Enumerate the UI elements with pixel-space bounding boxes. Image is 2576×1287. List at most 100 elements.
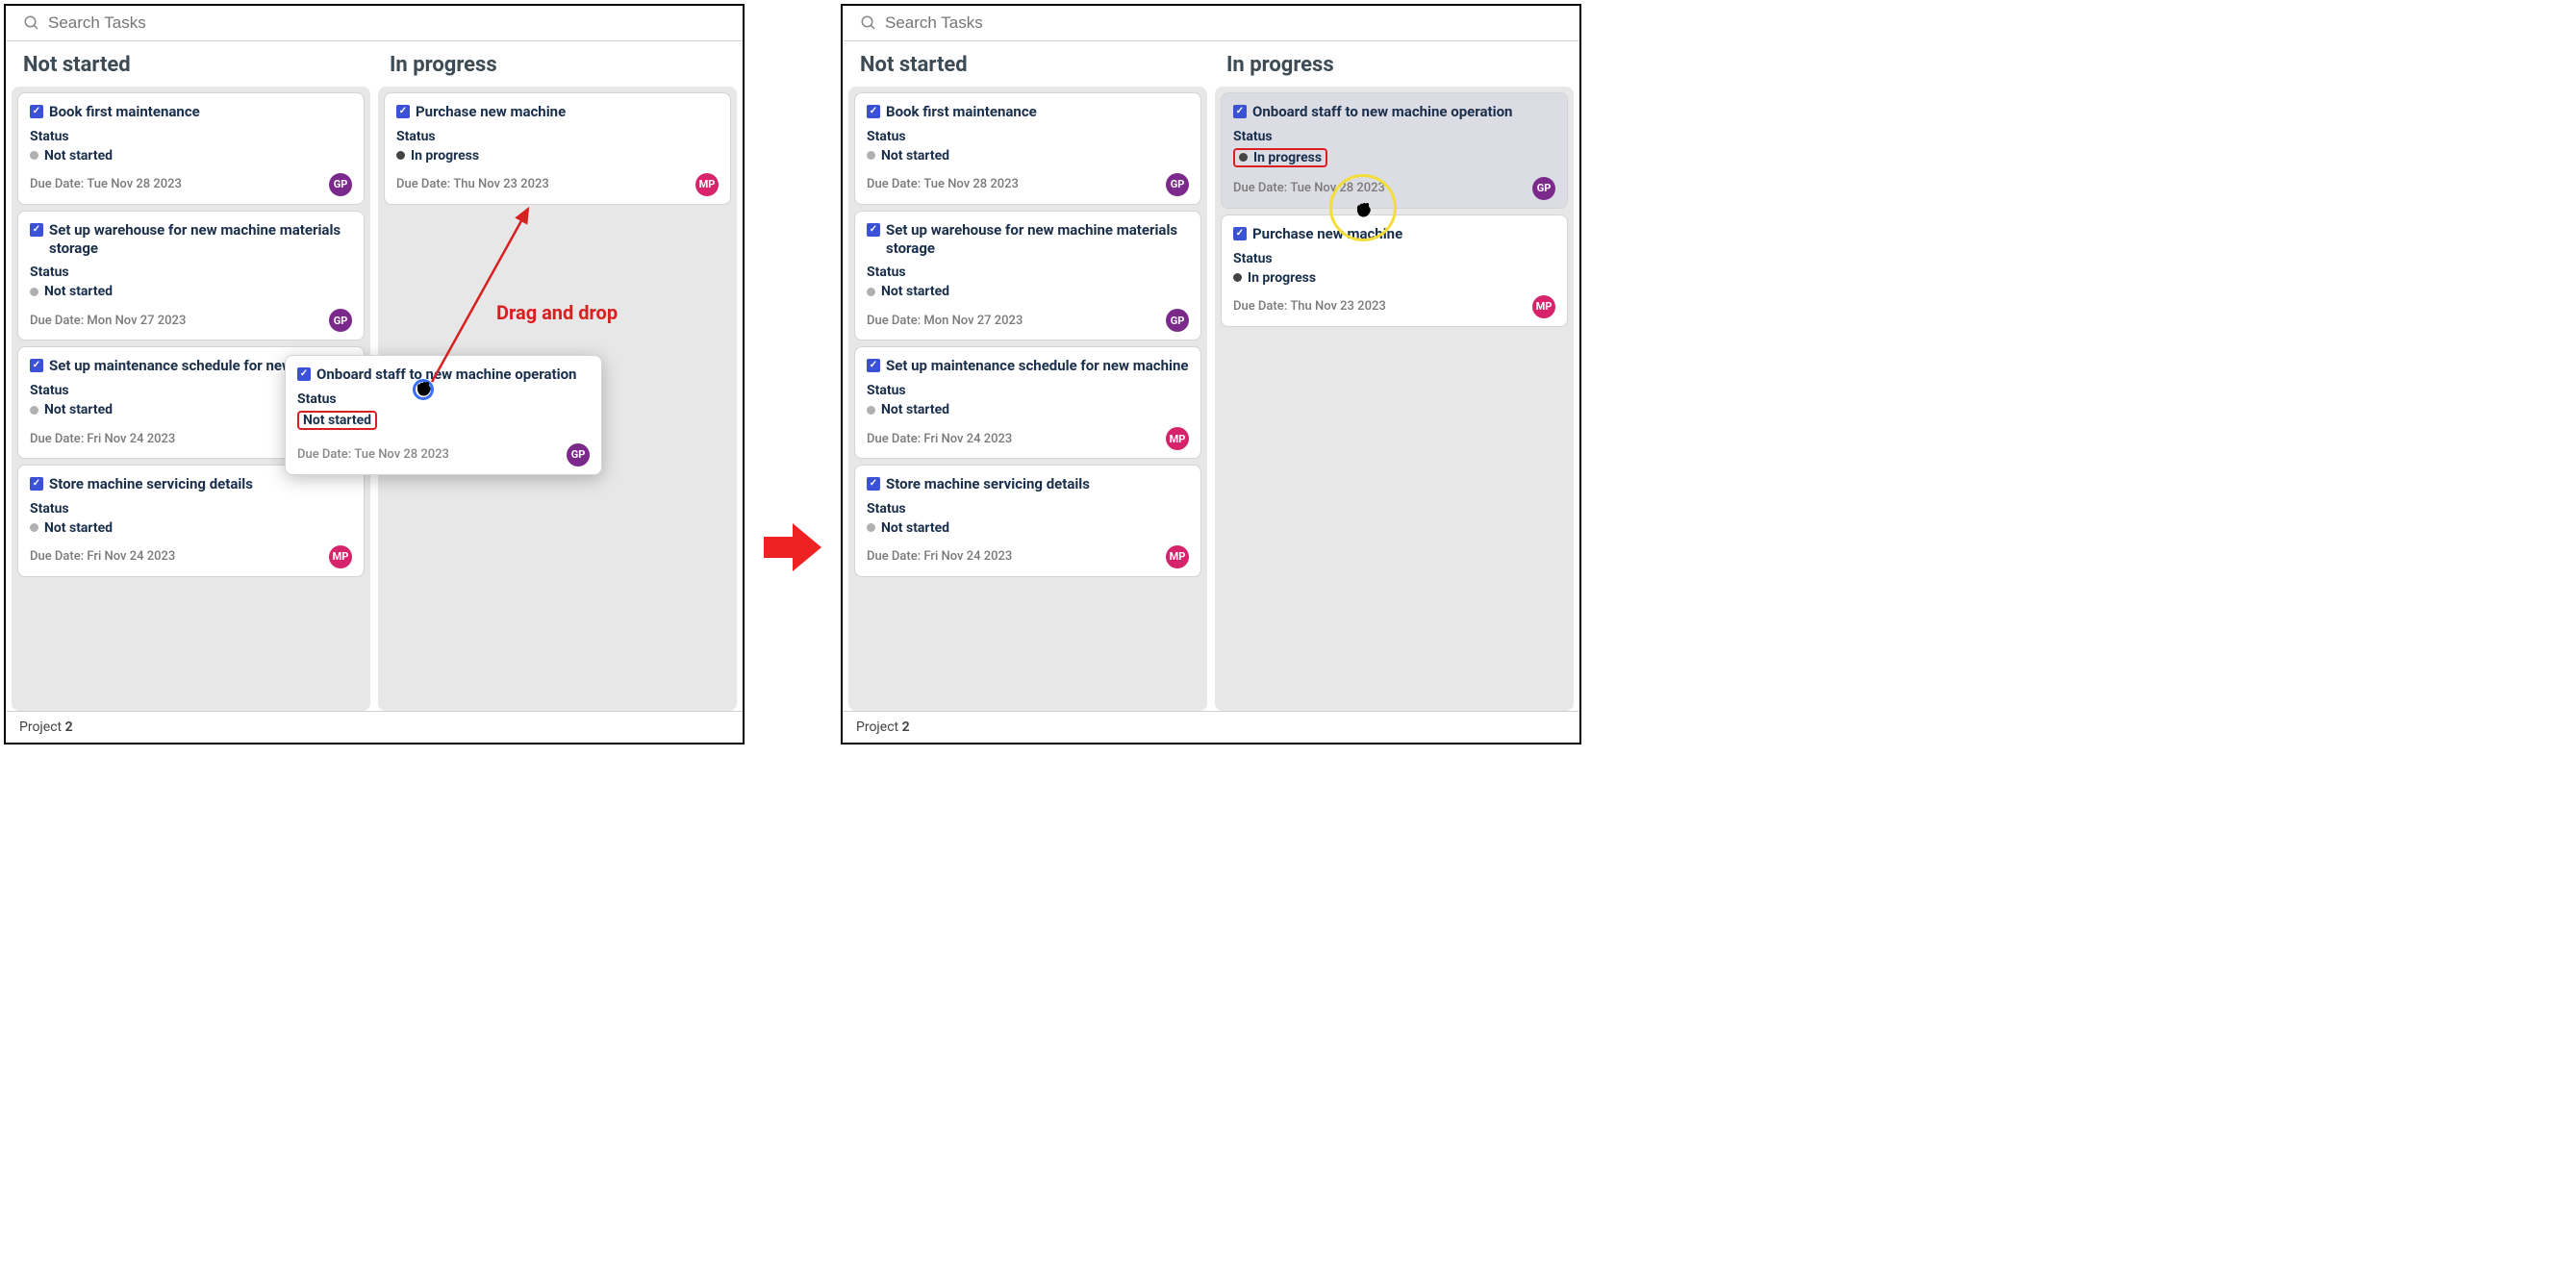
status-dot-icon bbox=[30, 406, 38, 415]
status-value: Not started bbox=[867, 402, 1189, 417]
avatar[interactable]: GP bbox=[329, 309, 352, 332]
board: Not started Book first maintenance Statu… bbox=[843, 41, 1579, 711]
task-icon bbox=[30, 359, 43, 372]
column-body[interactable]: Onboard staff to new machine operation S… bbox=[1215, 87, 1574, 711]
status-value: In progress bbox=[1233, 148, 1555, 167]
task-card[interactable]: Store machine servicing details Status N… bbox=[17, 465, 365, 577]
task-card[interactable]: Purchase new machine Status In progress … bbox=[1221, 214, 1568, 327]
status-value: Not started bbox=[30, 520, 352, 536]
due-date: Due Date: Tue Nov 28 2023 bbox=[1233, 181, 1385, 195]
task-card[interactable]: Book first maintenance Status Not starte… bbox=[854, 92, 1201, 205]
avatar[interactable]: MP bbox=[1532, 295, 1555, 318]
search-input[interactable] bbox=[48, 13, 725, 33]
task-icon bbox=[867, 359, 880, 372]
status-value: In progress bbox=[396, 148, 719, 164]
footer: Project 2 bbox=[6, 711, 743, 743]
task-title: Onboard staff to new machine operation bbox=[1252, 103, 1512, 121]
due-date: Due Date: Thu Nov 23 2023 bbox=[1233, 299, 1386, 314]
annotation-label: Drag and drop bbox=[496, 301, 618, 324]
status-dot-icon bbox=[867, 288, 875, 296]
status-dot-icon bbox=[30, 523, 38, 532]
status-label: Status bbox=[30, 265, 352, 280]
task-icon bbox=[30, 477, 43, 491]
column-in-progress: In progress Onboard staff to new machine… bbox=[1215, 47, 1574, 711]
status-value: Not started bbox=[867, 284, 1189, 299]
avatar[interactable]: GP bbox=[1166, 309, 1189, 332]
due-date: Due Date: Tue Nov 28 2023 bbox=[297, 447, 449, 462]
task-card-dropped[interactable]: Onboard staff to new machine operation S… bbox=[1221, 92, 1568, 209]
due-date: Due Date: Thu Nov 23 2023 bbox=[396, 177, 549, 191]
kanban-before: Not started Book first maintenance Statu… bbox=[4, 4, 745, 744]
search-input[interactable] bbox=[885, 13, 1562, 33]
task-title: Set up warehouse for new machine materia… bbox=[49, 221, 352, 258]
avatar[interactable]: MP bbox=[695, 173, 719, 196]
avatar[interactable]: GP bbox=[567, 443, 590, 467]
due-date: Due Date: Fri Nov 24 2023 bbox=[867, 432, 1012, 446]
search-bar bbox=[843, 6, 1579, 41]
status-dot-icon bbox=[396, 151, 405, 160]
status-dot-icon bbox=[867, 151, 875, 160]
due-date: Due Date: Tue Nov 28 2023 bbox=[867, 177, 1019, 191]
transition-arrow-icon bbox=[764, 523, 821, 571]
due-date: Due Date: Tue Nov 28 2023 bbox=[30, 177, 182, 191]
status-highlight: Not started bbox=[297, 411, 377, 430]
column-title: In progress bbox=[378, 47, 737, 87]
task-icon bbox=[1233, 227, 1247, 240]
task-card[interactable]: Purchase new machine Status In progress … bbox=[384, 92, 731, 205]
status-label: Status bbox=[1233, 129, 1555, 144]
search-icon bbox=[860, 14, 877, 32]
task-card[interactable]: Book first maintenance Status Not starte… bbox=[17, 92, 365, 205]
search-bar bbox=[6, 6, 743, 41]
status-value: Not started bbox=[297, 411, 590, 430]
avatar[interactable]: GP bbox=[1166, 173, 1189, 196]
avatar[interactable]: GP bbox=[329, 173, 352, 196]
task-icon bbox=[867, 105, 880, 118]
task-card[interactable]: Store machine servicing details Status N… bbox=[854, 465, 1201, 577]
task-card-dragging[interactable]: Onboard staff to new machine operation S… bbox=[285, 355, 602, 475]
task-card[interactable]: Set up maintenance schedule for new mach… bbox=[854, 346, 1201, 459]
task-title: Purchase new machine bbox=[416, 103, 566, 121]
due-date: Due Date: Mon Nov 27 2023 bbox=[30, 314, 186, 328]
status-label: Status bbox=[867, 129, 1189, 144]
task-title: Book first maintenance bbox=[49, 103, 200, 121]
status-label: Status bbox=[867, 383, 1189, 398]
column-body[interactable]: Book first maintenance Status Not starte… bbox=[848, 87, 1207, 711]
status-label: Status bbox=[30, 129, 352, 144]
status-highlight: In progress bbox=[1233, 148, 1327, 167]
status-value: In progress bbox=[1233, 270, 1555, 286]
status-label: Status bbox=[1233, 251, 1555, 266]
avatar[interactable]: GP bbox=[1532, 177, 1555, 200]
task-title: Set up maintenance schedule for new mach… bbox=[886, 357, 1188, 375]
task-icon bbox=[297, 367, 311, 381]
avatar[interactable]: MP bbox=[1166, 427, 1189, 450]
status-label: Status bbox=[867, 501, 1189, 517]
status-dot-icon bbox=[30, 288, 38, 296]
avatar[interactable]: MP bbox=[1166, 545, 1189, 568]
column-title: Not started bbox=[848, 47, 1207, 87]
status-dot-icon bbox=[867, 406, 875, 415]
status-label: Status bbox=[30, 501, 352, 517]
kanban-after: Not started Book first maintenance Statu… bbox=[841, 4, 1581, 744]
status-value: Not started bbox=[30, 284, 352, 299]
avatar[interactable]: MP bbox=[329, 545, 352, 568]
due-date: Due Date: Mon Nov 27 2023 bbox=[867, 314, 1023, 328]
task-title: Store machine servicing details bbox=[49, 475, 253, 493]
status-value: Not started bbox=[867, 148, 1189, 164]
status-dot-icon bbox=[867, 523, 875, 532]
status-label: Status bbox=[396, 129, 719, 144]
status-dot-icon bbox=[1233, 273, 1242, 282]
task-card[interactable]: Set up warehouse for new machine materia… bbox=[17, 211, 365, 341]
search-icon bbox=[23, 14, 40, 32]
footer: Project 2 bbox=[843, 711, 1579, 743]
task-title: Set up warehouse for new machine materia… bbox=[886, 221, 1189, 258]
task-icon bbox=[30, 223, 43, 237]
status-value: Not started bbox=[867, 520, 1189, 536]
board: Not started Book first maintenance Statu… bbox=[6, 41, 743, 711]
status-value: Not started bbox=[30, 148, 352, 164]
column-title: In progress bbox=[1215, 47, 1574, 87]
status-dot-icon bbox=[1239, 153, 1248, 162]
due-date: Due Date: Fri Nov 24 2023 bbox=[30, 549, 175, 564]
task-card[interactable]: Set up warehouse for new machine materia… bbox=[854, 211, 1201, 341]
task-icon bbox=[867, 223, 880, 237]
status-label: Status bbox=[867, 265, 1189, 280]
